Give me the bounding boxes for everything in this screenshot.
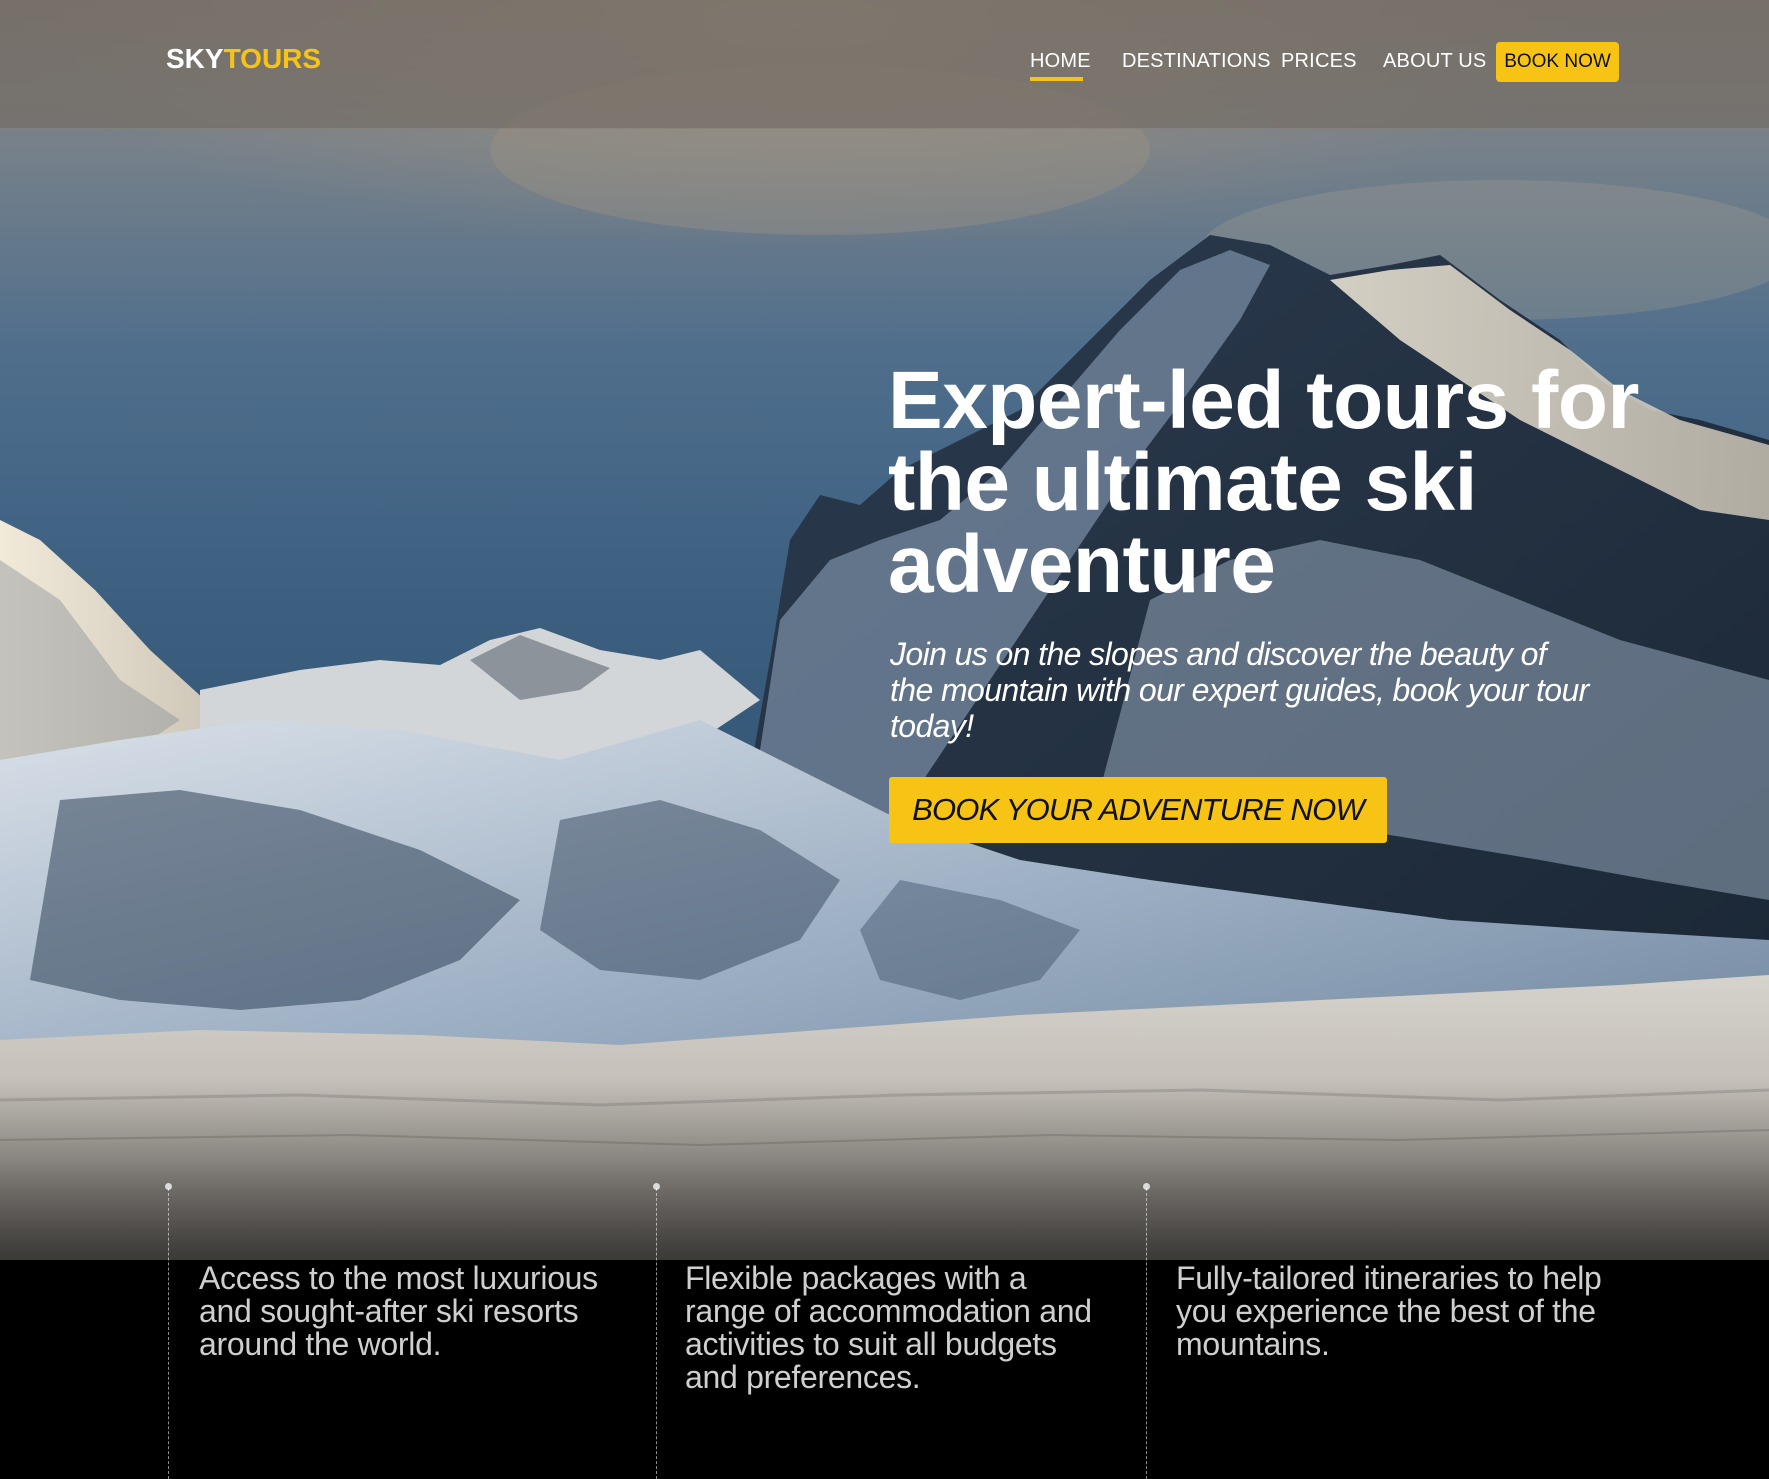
- feature-packages-text: Flexible packages with a range of accomm…: [685, 1260, 1092, 1395]
- nav-link-prices[interactable]: PRICES: [1281, 48, 1357, 74]
- logo-text-sky: SKY: [166, 43, 224, 74]
- active-nav-indicator: [1030, 77, 1083, 81]
- feature-divider-line: [168, 1188, 169, 1479]
- skytours-logo[interactable]: SKYTOURS: [166, 42, 321, 76]
- logo-text-tours: TOURS: [223, 43, 322, 74]
- top-navbar: SKYTOURS HOME DESTINATIONS PRICES ABOUT …: [0, 0, 1769, 129]
- hero-heading: Expert-led tours for the ultimate ski ad…: [888, 355, 1639, 610]
- nav-link-destinations[interactable]: DESTINATIONS: [1122, 48, 1271, 74]
- book-adventure-button[interactable]: BOOK YOUR ADVENTURE NOW: [889, 777, 1387, 843]
- feature-divider-line: [1146, 1188, 1147, 1479]
- feature-resorts-text: Access to the most luxurious and sought-…: [199, 1260, 598, 1362]
- nav-link-about-us[interactable]: ABOUT US: [1383, 48, 1486, 74]
- landing-page: SKYTOURS HOME DESTINATIONS PRICES ABOUT …: [0, 0, 1769, 1479]
- feature-divider-line: [656, 1188, 657, 1479]
- feature-itineraries-text: Fully-tailored itineraries to help you e…: [1176, 1260, 1602, 1362]
- nav-link-home[interactable]: HOME: [1030, 48, 1091, 74]
- hero-subtitle: Join us on the slopes and discover the b…: [890, 636, 1589, 744]
- book-now-button[interactable]: BOOK NOW: [1496, 42, 1619, 82]
